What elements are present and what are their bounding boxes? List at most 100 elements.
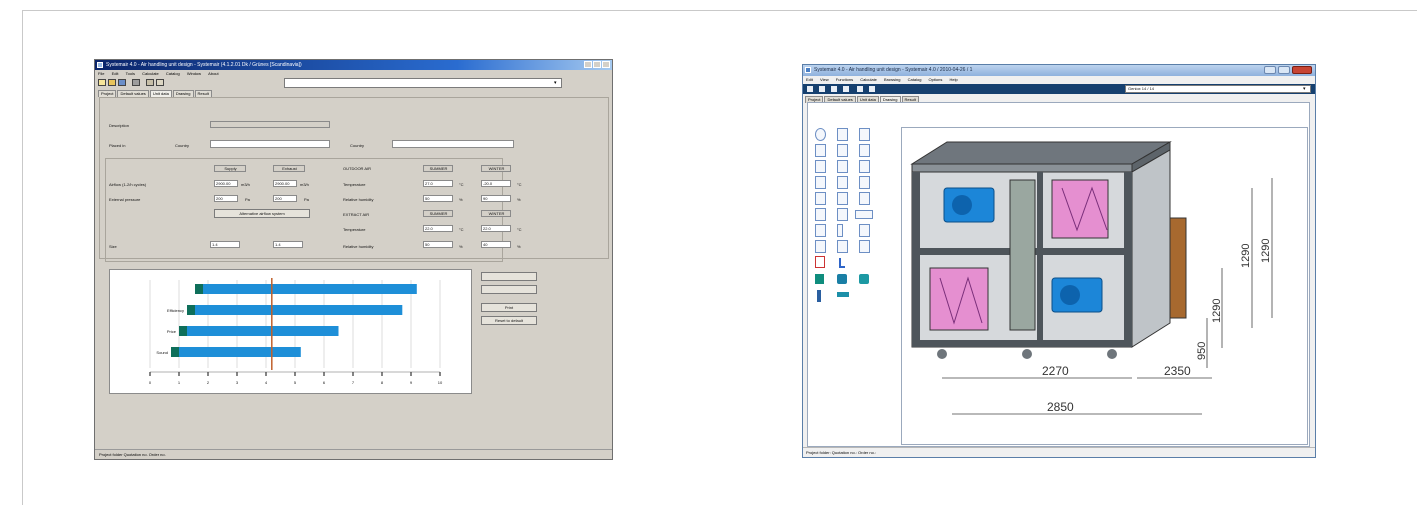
- chevron-down-icon[interactable]: ▾: [554, 79, 557, 87]
- alternative-airflow-button[interactable]: Alternative airflow system: [214, 209, 310, 218]
- menu-calculate[interactable]: Calculate: [142, 71, 159, 76]
- description-field[interactable]: [210, 121, 330, 128]
- menu-edit-2[interactable]: Edit: [806, 77, 813, 82]
- palette-damper-icon[interactable]: [815, 128, 826, 141]
- menu-catalog[interactable]: Catalog: [166, 71, 180, 76]
- palette-filter-icon[interactable]: [837, 128, 848, 141]
- supply-airflow-input[interactable]: 2900.00: [214, 180, 238, 187]
- menu-browsing-2[interactable]: Browsing: [884, 77, 900, 82]
- maximize-icon-2[interactable]: [1278, 66, 1290, 74]
- menu-file[interactable]: File: [98, 71, 104, 76]
- ea-summer-temp-input[interactable]: 22.0: [423, 225, 453, 232]
- save-icon[interactable]: [118, 79, 126, 86]
- zoom-icon[interactable]: [857, 86, 863, 92]
- menu-options-2[interactable]: Options: [929, 77, 943, 82]
- side-button-2[interactable]: [481, 285, 537, 294]
- size-field-2[interactable]: 1.4: [273, 241, 303, 248]
- minimize-icon[interactable]: [584, 61, 592, 68]
- print-button[interactable]: Print: [481, 303, 537, 312]
- palette-section-h-icon[interactable]: [837, 224, 843, 237]
- unit-model-select[interactable]: Geniox 14 / 14: [1125, 85, 1311, 93]
- new-icon[interactable]: [98, 79, 106, 86]
- ea-winter-temp-input[interactable]: 22.0: [481, 225, 511, 232]
- oa-summer-temp-input[interactable]: 27.0: [423, 180, 453, 187]
- palette-heater-icon[interactable]: [815, 144, 826, 157]
- palette-box-icon[interactable]: [859, 274, 869, 284]
- reset-to-default-button[interactable]: Reset to default: [481, 316, 537, 325]
- ea-winter-rh-input[interactable]: 40: [481, 241, 511, 248]
- placed-in-field[interactable]: [210, 140, 330, 148]
- minimize-icon-2[interactable]: [1264, 66, 1276, 74]
- unit-select[interactable]: [284, 78, 562, 88]
- menu-tools[interactable]: Tools: [126, 71, 135, 76]
- pointer-icon[interactable]: [807, 86, 813, 92]
- palette-section-d-icon[interactable]: [815, 208, 826, 221]
- palette-cooler-icon[interactable]: [837, 144, 848, 157]
- tab-default-values[interactable]: Default values: [117, 90, 149, 97]
- print-icon-2[interactable]: [843, 86, 849, 92]
- exhaust-pressure-input[interactable]: 200: [273, 195, 297, 202]
- palette-connector-icon[interactable]: [837, 292, 849, 297]
- size-field-1[interactable]: 1.4: [210, 241, 240, 248]
- palette-empty-section-icon[interactable]: [859, 176, 870, 189]
- chart-bar-cap: [195, 284, 203, 294]
- palette-section-l-icon[interactable]: [859, 240, 870, 253]
- open-icon[interactable]: [108, 79, 116, 86]
- window-title-2: Systemair 4.0 - Air handling unit design…: [814, 67, 973, 73]
- palette-section-c-icon[interactable]: [859, 192, 870, 205]
- palette-rotor-icon[interactable]: [815, 176, 826, 189]
- palette-coil-icon[interactable]: [859, 128, 870, 141]
- palette-section-i-icon[interactable]: [859, 224, 870, 237]
- window-title-bar[interactable]: Systemair 4.0 - Air handling unit design…: [95, 60, 612, 70]
- palette-fan-icon[interactable]: [815, 160, 826, 173]
- drawing-icon[interactable]: [156, 79, 164, 86]
- palette-module-icon[interactable]: [837, 274, 847, 284]
- print-icon[interactable]: [132, 79, 140, 86]
- palette-section-g-icon[interactable]: [815, 224, 826, 237]
- palette-mixing-icon[interactable]: [859, 160, 870, 173]
- menu-window[interactable]: Window: [187, 71, 201, 76]
- save-icon-2[interactable]: [831, 86, 837, 92]
- palette-section-a-icon[interactable]: [815, 192, 826, 205]
- palette-pipe-icon[interactable]: [839, 258, 845, 268]
- ea-summer-rh-input[interactable]: 50: [423, 241, 453, 248]
- palette-heat-exchanger-icon[interactable]: [859, 144, 870, 157]
- palette-silencer-icon[interactable]: [837, 160, 848, 173]
- close-icon[interactable]: [602, 61, 610, 68]
- open-icon-2[interactable]: [819, 86, 825, 92]
- palette-support-icon[interactable]: [817, 290, 821, 302]
- palette-section-b-icon[interactable]: [837, 192, 848, 205]
- window-title-bar-2[interactable]: Systemair 4.0 - Air handling unit design…: [803, 65, 1315, 76]
- menu-about[interactable]: About: [208, 71, 218, 76]
- menu-calculate-2[interactable]: Calculate: [860, 77, 877, 82]
- delete-icon[interactable]: [869, 86, 875, 92]
- side-button-1[interactable]: [481, 272, 537, 281]
- menu-view-2[interactable]: View: [820, 77, 829, 82]
- tab-project[interactable]: Project: [98, 90, 117, 97]
- palette-coil-red-icon[interactable]: [815, 256, 825, 268]
- oa-summer-rh-input[interactable]: 50: [423, 195, 453, 202]
- close-icon-2[interactable]: [1292, 66, 1312, 74]
- menu-help-2[interactable]: Help: [949, 77, 957, 82]
- palette-section-e-icon[interactable]: [837, 208, 848, 221]
- chevron-down-icon-2[interactable]: ▾: [1303, 85, 1306, 93]
- oa-winter-rh-input[interactable]: 90: [481, 195, 511, 202]
- exhaust-airflow-input[interactable]: 2900.00: [273, 180, 297, 187]
- oa-winter-temp-input[interactable]: -20.0: [481, 180, 511, 187]
- palette-section-f-icon[interactable]: [855, 210, 873, 219]
- calculate-icon[interactable]: [146, 79, 154, 86]
- palette-section-k-icon[interactable]: [837, 240, 848, 253]
- menu-functions-2[interactable]: Functions: [836, 77, 853, 82]
- menu-catalog-2[interactable]: Catalog: [908, 77, 922, 82]
- maximize-icon[interactable]: [593, 61, 601, 68]
- palette-humidifier-icon[interactable]: [837, 176, 848, 189]
- supply-header: Supply: [214, 165, 246, 172]
- palette-unit-icon[interactable]: [815, 274, 824, 284]
- tab-drawing[interactable]: Drawing: [172, 90, 194, 97]
- country-field[interactable]: [392, 140, 514, 148]
- palette-section-j-icon[interactable]: [815, 240, 826, 253]
- tab-unit-data[interactable]: Unit data: [149, 90, 172, 97]
- tab-result[interactable]: Result: [194, 90, 212, 97]
- menu-edit[interactable]: Edit: [112, 71, 119, 76]
- supply-pressure-input[interactable]: 200: [214, 195, 238, 202]
